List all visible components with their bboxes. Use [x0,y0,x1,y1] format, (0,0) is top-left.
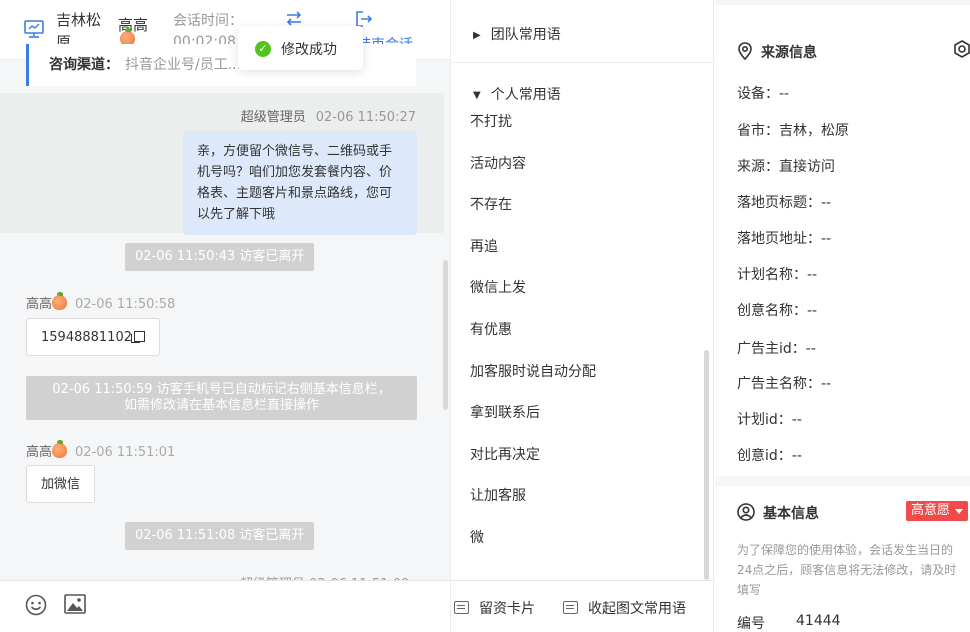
field-advertiser-name: 广告主名称：-- [737,376,832,392]
phrase-item[interactable]: 拿到联系后 [470,402,540,422]
section-divider [715,476,970,486]
consult-channel-label: 咨询渠道： [49,57,119,73]
field-advertiser-id: 广告主id：-- [737,341,816,357]
field-creative-name: 创意名称：-- [737,303,818,319]
field-landing-url: 落地页地址：-- [737,231,832,247]
phrase-item[interactable]: 不存在 [470,194,512,214]
caret-down-icon: ▼ [473,90,481,101]
success-toast: ✓ 修改成功 [238,26,363,70]
visitor-message-meta: 高高 02-06 11:50:58 [26,292,176,312]
field-province-city: 省市：吉林，松原 [737,123,849,139]
chat-scrollbar[interactable] [443,260,448,410]
visitor-message-meta: 高高 02-06 11:51:01 [26,440,176,460]
collapse-phrases-button[interactable]: 收起图文常用语 [563,598,686,618]
phrases-scrollbar[interactable] [704,350,709,580]
caret-right-icon: ▶ [473,30,481,41]
chat-panel: 吉林松原 高高 会话时间： 00:02:08 结束会话 ✓ 修改成功 咨询渠道：… [0,0,450,632]
system-visitor-left: 02-06 11:51:08 访客已离开 [125,522,315,550]
field-creative-id: 创意id：-- [737,448,802,464]
visitor-message-bubble: 加微信 [26,465,96,503]
phrase-item[interactable]: 对比再决定 [470,444,540,464]
image-icon[interactable] [64,594,86,614]
customer-id-label: 编号 [737,616,765,632]
chat-input-toolbar [0,580,450,632]
phrase-item[interactable]: 活动内容 [470,153,526,173]
peach-icon [52,292,68,310]
field-plan-id: 计划id：-- [737,412,802,428]
edit-notice: 为了保障您的使用体验，会话发生当日的24点之后，顾客信息将无法修改，请及时填写 [737,543,957,597]
session-time-label: 会话时间： [173,13,243,29]
agent-message-meta: 超级管理员 02-06 11:50:27 [240,110,416,125]
field-plan-name: 计划名称：-- [737,267,818,283]
emoji-icon[interactable] [25,594,47,616]
check-circle-icon: ✓ [255,41,271,57]
phrase-item[interactable]: 让加客服 [470,485,526,505]
peach-icon [52,440,68,458]
visitor-name: 高高 [118,14,148,46]
phrase-item[interactable]: 微信上发 [470,277,526,297]
basic-info-title: 基本信息 [737,503,819,523]
visitor-info-panel: 来源信息 设备：-- 省市：吉林，松原 来源：直接访问 落地页标题：-- 落地页… [715,0,970,632]
phrases-panel: ▶ 团队常用语 ▼ 个人常用语 不打扰 活动内容 不存在 再追 微信上发 有优惠 加… [450,0,714,632]
personal-phrases-group[interactable]: ▼ 个人常用语 [473,84,561,104]
phrase-item[interactable]: 加客服时说自动分配 [470,361,596,381]
phrase-item[interactable]: 微 [470,527,484,547]
visitor-message-bubble: 15948881102 [26,318,160,356]
system-phone-marked: 02-06 11:50:59 访客手机号已自动标记右侧基本信息栏， 如需修改请在… [26,376,417,420]
phrase-item[interactable]: 不打扰 [470,111,512,131]
toast-text: 修改成功 [281,42,337,58]
source-info-title: 来源信息 [737,42,817,62]
user-circle-icon [737,503,755,521]
copy-icon[interactable] [130,331,145,343]
customer-id-value: 41444 [796,613,841,629]
message-icon [563,601,578,614]
phrase-item[interactable]: 再追 [470,236,498,256]
phrase-item[interactable]: 有优惠 [470,319,512,339]
agent-message-bubble: 亲，方便留个微信号、二维码或手机号吗？咱们加您发套餐内容、价格表、主题客片和景点… [183,131,417,235]
intent-tag-dropdown[interactable]: 高意愿 [906,501,969,521]
phrases-footer: 留资卡片 收起图文常用语 [451,580,713,632]
system-visitor-left: 02-06 11:50:43 访客已离开 [125,243,315,271]
card-icon [454,601,469,614]
field-device: 设备：-- [737,86,790,102]
lead-card-button[interactable]: 留资卡片 [454,598,535,618]
team-phrases-group[interactable]: ▶ 团队常用语 [473,24,561,44]
gear-icon[interactable] [953,40,970,58]
agent-message: 超级管理员 02-06 11:50:27 亲，方便留个微信号、二维码或手机号吗？咱… [0,93,444,235]
group-divider [451,62,713,63]
location-pin-icon [738,42,752,61]
field-landing-title: 落地页标题：-- [737,195,832,211]
monitor-icon [24,20,44,38]
field-source: 来源：直接访问 [737,159,835,175]
top-gap [715,0,970,5]
